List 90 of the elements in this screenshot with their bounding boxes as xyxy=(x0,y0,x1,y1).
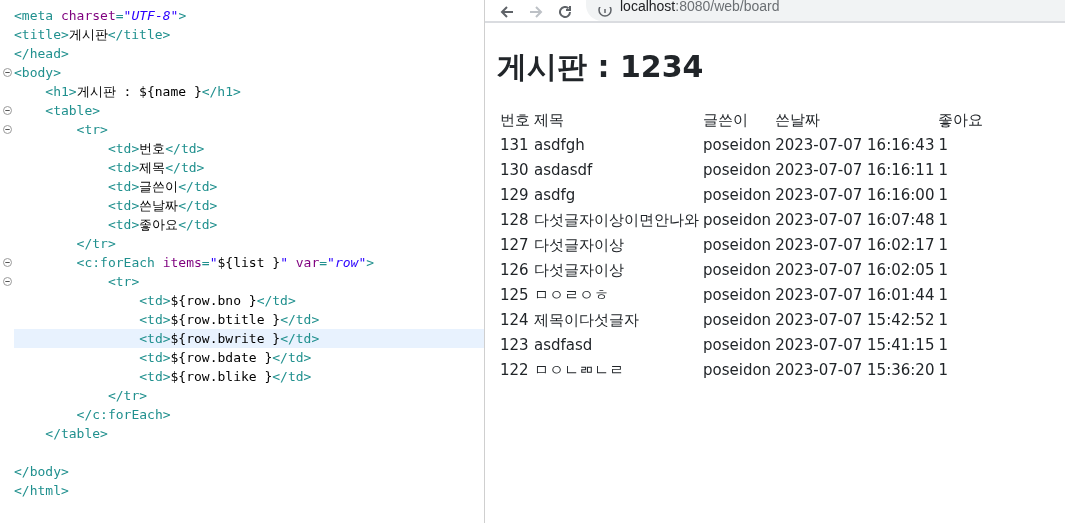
table-cell-text: 다섯글자이상 xyxy=(533,260,625,281)
column-header: 글쓴이 xyxy=(702,110,749,131)
table-cell-text: ㅁㅇㄹㅇㅎ xyxy=(533,285,610,306)
code-line: </head> xyxy=(14,45,70,63)
table-cell-text: 2023-07-07 16:02:05 xyxy=(774,260,936,281)
table-cell-text: 129 xyxy=(499,185,530,206)
fold-icon[interactable] xyxy=(2,106,12,115)
code-line: </table> xyxy=(44,425,109,443)
table-cell-text: asdasdf xyxy=(533,160,594,181)
code-line: <td>${row.blike }</td> xyxy=(138,368,313,386)
column-header: 번호 xyxy=(499,110,531,131)
table-cell-text: 2023-07-07 15:42:52 xyxy=(774,310,936,331)
table-cell-text: 1 xyxy=(937,135,949,156)
table-cell-text: 1 xyxy=(937,310,949,331)
address-bar[interactable]: localhost:8080/web/board xyxy=(586,0,1065,21)
table-cell-text: poseidon xyxy=(702,135,773,156)
table-cell-text: 123 xyxy=(499,335,530,356)
table-cell-text: 1 xyxy=(937,160,949,181)
code-line: <table> xyxy=(44,102,102,120)
table-cell-text: poseidon xyxy=(702,210,773,231)
code-line: <td>${row.bdate }</td> xyxy=(138,349,313,367)
table-cell-text: poseidon xyxy=(702,235,773,256)
table-cell-text: 1 xyxy=(937,210,949,231)
table-cell-text: 126 xyxy=(499,260,530,281)
back-icon[interactable] xyxy=(499,6,515,18)
code-line: <title>게시판</title> xyxy=(14,26,172,44)
code-line: </html> xyxy=(14,482,70,500)
table-cell-text: 다섯글자이상 xyxy=(533,235,625,256)
table-cell-text: 1 xyxy=(937,360,949,381)
table-cell-text: 제목이다섯글자 xyxy=(533,310,640,331)
table-cell-text: 131 xyxy=(499,135,530,156)
table-cell-text: poseidon xyxy=(702,185,773,206)
code-line: <h1>게시판 : ${name }</h1> xyxy=(44,83,242,101)
table-cell-text: asdfasd xyxy=(533,335,594,356)
column-header: 쓴날짜 xyxy=(774,110,822,131)
table-cell-text: asdfgh xyxy=(533,135,586,156)
code-line: <tr> xyxy=(75,121,109,139)
table-cell-text: 1 xyxy=(937,185,949,206)
code-line: <meta charset="UTF-8"> xyxy=(14,7,188,25)
url-text: localhost:8080/web/board xyxy=(620,0,780,16)
code-line: <c:forEach items="${list }" var="row"> xyxy=(75,254,376,272)
info-icon[interactable] xyxy=(598,7,612,17)
table-cell-text: 2023-07-07 15:41:15 xyxy=(774,335,936,356)
code-line: </body> xyxy=(14,463,70,481)
table-cell-text: 2023-07-07 15:36:20 xyxy=(774,360,936,381)
column-header: 제목 xyxy=(533,110,565,131)
fold-icon[interactable] xyxy=(2,277,12,286)
code-line: <td>좋아요</td> xyxy=(106,216,219,234)
code-line: <td>쓴날짜</td> xyxy=(106,197,219,215)
code-line: <td>${row.bno }</td> xyxy=(138,292,297,310)
table-cell-text: 2023-07-07 16:01:44 xyxy=(774,285,936,306)
fold-icon[interactable] xyxy=(2,258,12,267)
table-cell-text: 125 xyxy=(499,285,530,306)
code-line: <td>번호</td> xyxy=(106,140,206,158)
table-cell-text: ㅁㅇㄴㄻㄴㄹ xyxy=(533,360,625,381)
column-header: 좋아요 xyxy=(937,110,985,131)
table-cell-text: poseidon xyxy=(702,260,773,281)
table-cell-text: 2023-07-07 16:16:00 xyxy=(774,185,936,206)
fold-icon[interactable] xyxy=(2,68,12,77)
code-line: <td>${row.btitle }</td> xyxy=(138,311,321,329)
table-cell-text: 128 xyxy=(499,210,530,231)
code-line: </c:forEach> xyxy=(75,406,172,424)
table-cell-text: 127 xyxy=(499,235,530,256)
table-cell-text: 122 xyxy=(499,360,530,381)
table-cell-text: poseidon xyxy=(702,335,773,356)
reload-icon[interactable] xyxy=(557,6,573,18)
table-cell-text: 1 xyxy=(937,235,949,256)
table-cell-text: 2023-07-07 16:16:43 xyxy=(774,135,936,156)
table-cell-text: asdfg xyxy=(533,185,577,206)
table-cell-text: poseidon xyxy=(702,285,773,306)
code-line: </tr> xyxy=(75,235,117,253)
code-line: <body> xyxy=(14,64,62,82)
table-cell-text: poseidon xyxy=(702,160,773,181)
table-cell-text: poseidon xyxy=(702,310,773,331)
fold-icon[interactable] xyxy=(2,125,12,134)
page-heading: 게시판 : 1234 xyxy=(497,49,705,85)
code-line: <td>제목</td> xyxy=(106,159,206,177)
table-cell-text: 1 xyxy=(937,285,949,306)
table-cell-text: poseidon xyxy=(702,360,773,381)
code-line: <td>글쓴이</td> xyxy=(106,178,219,196)
code-line: </tr> xyxy=(106,387,149,405)
table-cell-text: 2023-07-07 16:07:48 xyxy=(774,210,936,231)
table-cell-text: 124 xyxy=(499,310,530,331)
table-cell-text: 다섯글자이상이면안나와 xyxy=(533,210,700,231)
code-line: <tr> xyxy=(106,273,141,291)
table-cell-text: 2023-07-07 16:16:11 xyxy=(774,160,936,181)
table-cell-text: 130 xyxy=(499,160,530,181)
table-cell-text: 1 xyxy=(937,260,949,281)
table-cell-text: 2023-07-07 16:02:17 xyxy=(774,235,936,256)
table-cell-text: 1 xyxy=(937,335,949,356)
